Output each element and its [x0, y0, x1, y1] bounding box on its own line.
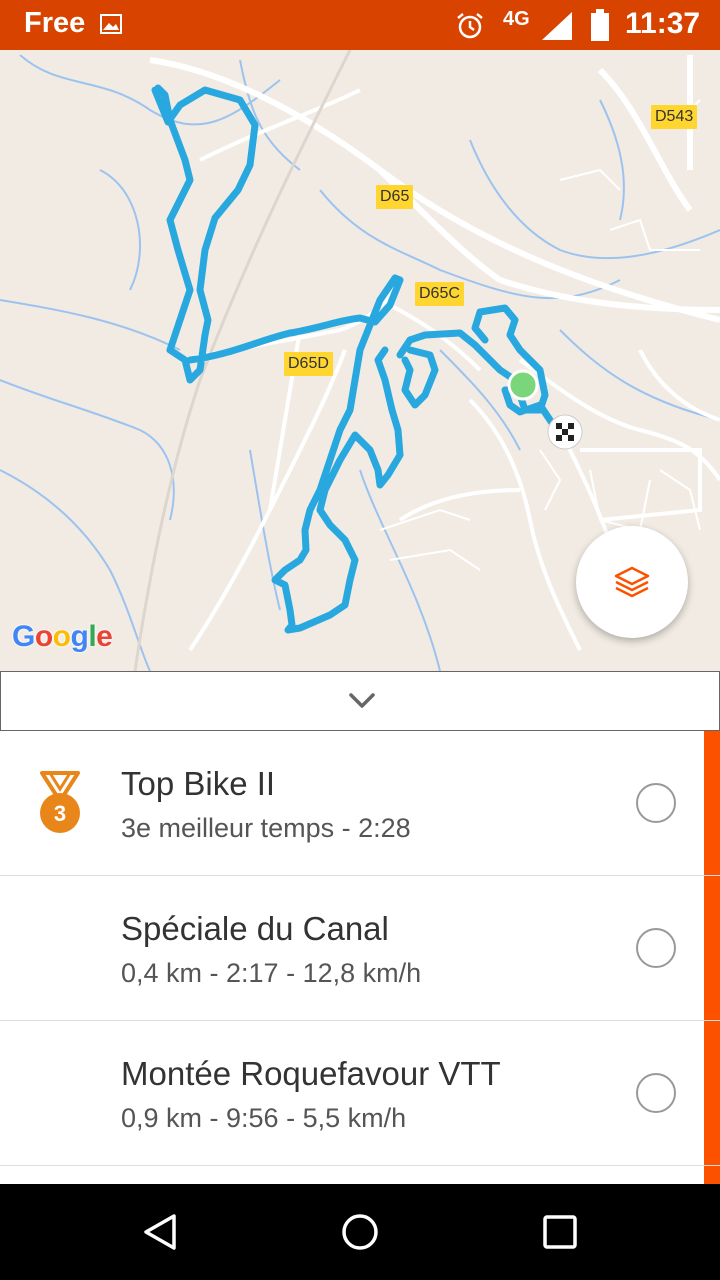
list-item[interactable]: Montée Roquefavour VTT 0,9 km - 9:56 - 5…: [0, 1021, 720, 1166]
start-marker: [507, 369, 539, 401]
system-nav-bar: [0, 1184, 720, 1280]
list-item[interactable]: 3 Top Bike II 3e meilleur temps - 2:28: [0, 731, 720, 876]
network-type: 4G: [503, 8, 530, 30]
image-icon: [100, 14, 122, 34]
recent-apps-icon[interactable]: [542, 1214, 578, 1250]
accent-strip: [704, 731, 720, 875]
back-icon[interactable]: [140, 1212, 180, 1252]
accent-strip: [704, 1166, 720, 1184]
clock: 11:37: [625, 7, 701, 40]
map-view[interactable]: D543 D65 D65C D65D Google: [0, 50, 720, 671]
road-label-d65c: D65C: [415, 282, 464, 306]
list-item[interactable]: Spéciale du Canal 0,4 km - 2:17 - 12,8 k…: [0, 876, 720, 1021]
chevron-down-icon: [349, 693, 375, 708]
battery-icon: [591, 9, 609, 41]
segment-subtitle: 3e meilleur temps - 2:28: [121, 813, 411, 843]
home-icon[interactable]: [340, 1212, 380, 1252]
segment-list: 3 Top Bike II 3e meilleur temps - 2:28 S…: [0, 731, 720, 1184]
status-bar: Free 4G 11:37: [0, 0, 720, 50]
medal-rank: 3: [54, 801, 66, 826]
accent-strip: [704, 876, 720, 1020]
segment-radio[interactable]: [636, 928, 676, 968]
segment-title: Top Bike II: [121, 765, 276, 802]
road-label-d65: D65: [376, 185, 414, 209]
medal-icon: 3: [40, 771, 80, 833]
carrier-label: Free: [24, 7, 86, 39]
segment-title: Spéciale du Canal: [121, 910, 389, 947]
list-item[interactable]: [0, 1166, 720, 1184]
road-label-d65d: D65D: [284, 352, 333, 376]
segment-radio[interactable]: [636, 1073, 676, 1113]
collapse-panel-button[interactable]: [0, 671, 720, 731]
map-layers-button[interactable]: [576, 526, 688, 638]
segment-title: Montée Roquefavour VTT: [121, 1055, 501, 1092]
accent-strip: [704, 1021, 720, 1165]
route-track: [151, 84, 569, 634]
segment-radio[interactable]: [636, 783, 676, 823]
alarm-icon: [457, 13, 483, 39]
google-logo: Google: [12, 620, 113, 653]
signal-icon: [542, 12, 572, 40]
finish-flag-marker: [547, 414, 583, 450]
road-label-d543: D543: [651, 105, 698, 129]
layers-icon: [614, 566, 650, 598]
segment-subtitle: 0,9 km - 9:56 - 5,5 km/h: [121, 1103, 407, 1133]
segment-subtitle: 0,4 km - 2:17 - 12,8 km/h: [121, 958, 422, 988]
